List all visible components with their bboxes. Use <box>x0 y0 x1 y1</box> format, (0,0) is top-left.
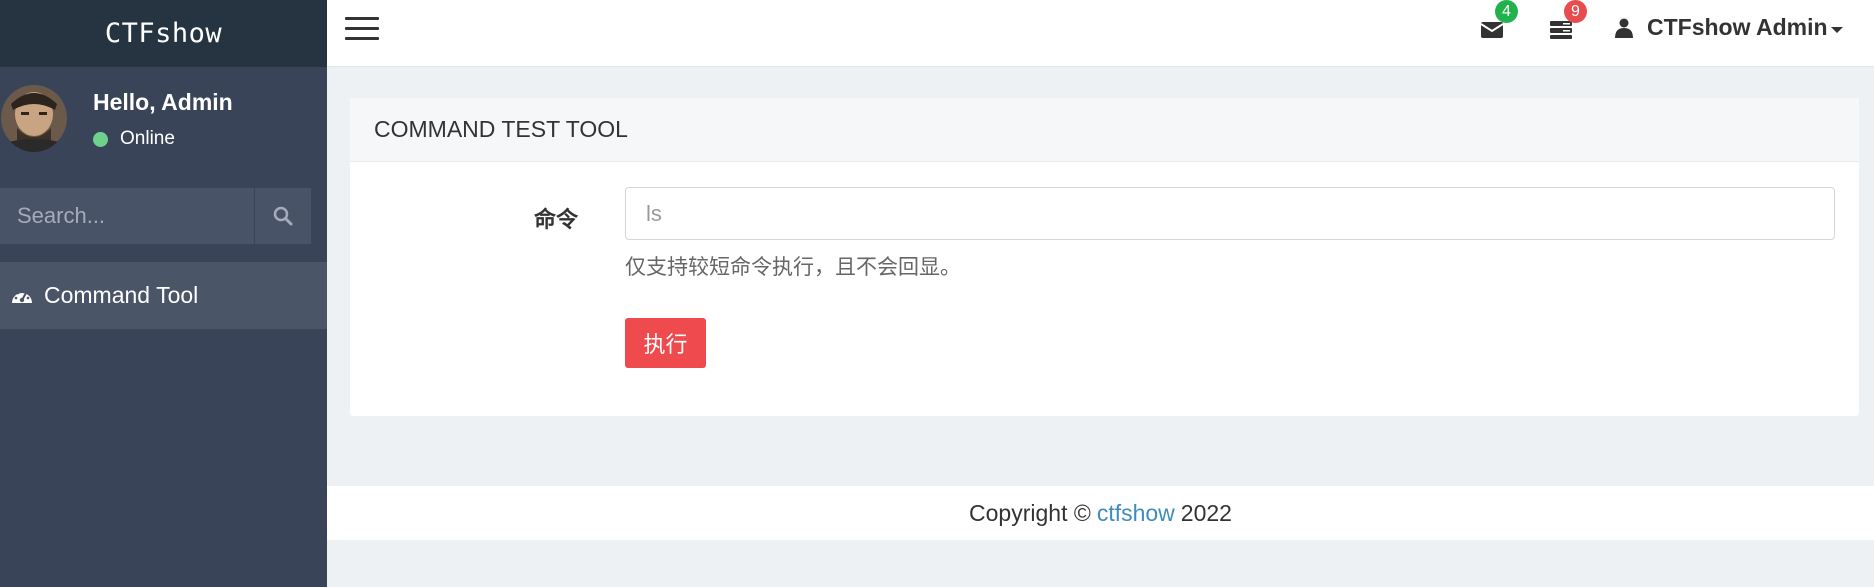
sidebar-toggle-icon[interactable] <box>345 17 379 41</box>
search-button[interactable] <box>254 188 311 244</box>
sidebar-item-label: Command Tool <box>44 282 199 308</box>
user-status: Online <box>93 128 175 150</box>
search-input[interactable] <box>0 188 254 244</box>
tasks-badge: 9 <box>1564 0 1587 23</box>
ctfshow-link[interactable]: ctfshow <box>1097 500 1175 527</box>
sidebar-item-command-tool[interactable]: Command Tool <box>0 262 327 329</box>
copyright-year: 2022 <box>1180 499 1232 526</box>
user-status-label: Online <box>120 128 175 149</box>
command-help-text: 仅支持较短命令执行，且不会回显。 <box>625 256 961 279</box>
messages-badge: 4 <box>1495 0 1518 23</box>
online-status-icon <box>93 131 108 147</box>
search-icon <box>273 206 293 226</box>
sidebar: CTFshow Hello, Admin Online Search... Co… <box>0 0 327 587</box>
footer: Copyright © ctfshow 2022 <box>327 486 1874 540</box>
command-input[interactable] <box>625 187 1835 240</box>
chevron-down-icon <box>1830 26 1843 33</box>
user-dropdown-label: CTFshow Admin <box>1647 14 1828 40</box>
user-dropdown[interactable]: CTFshow Admin <box>1615 14 1843 41</box>
copyright-text: Copyright © <box>969 499 1091 526</box>
dashboard-icon <box>0 286 44 306</box>
user-icon <box>1615 18 1633 38</box>
avatar <box>1 84 67 152</box>
execute-button[interactable]: 执行 <box>625 318 706 368</box>
command-label: 命令 <box>534 207 579 232</box>
top-navbar: 4 9 CTFshow Admin <box>327 0 1874 67</box>
brand-logo[interactable]: CTFshow <box>0 0 327 67</box>
server-icon <box>1550 21 1572 39</box>
sidebar-search <box>0 188 311 244</box>
envelope-icon <box>1480 22 1504 38</box>
user-greeting: Hello, Admin <box>93 89 233 115</box>
card-title: COMMAND TEST TOOL <box>350 98 1859 162</box>
tasks-menu[interactable]: 9 <box>1549 0 1587 42</box>
command-test-card: COMMAND TEST TOOL 命令 仅支持较短命令执行，且不会回显。 执行 <box>350 98 1859 416</box>
messages-menu[interactable]: 4 <box>1480 0 1518 42</box>
